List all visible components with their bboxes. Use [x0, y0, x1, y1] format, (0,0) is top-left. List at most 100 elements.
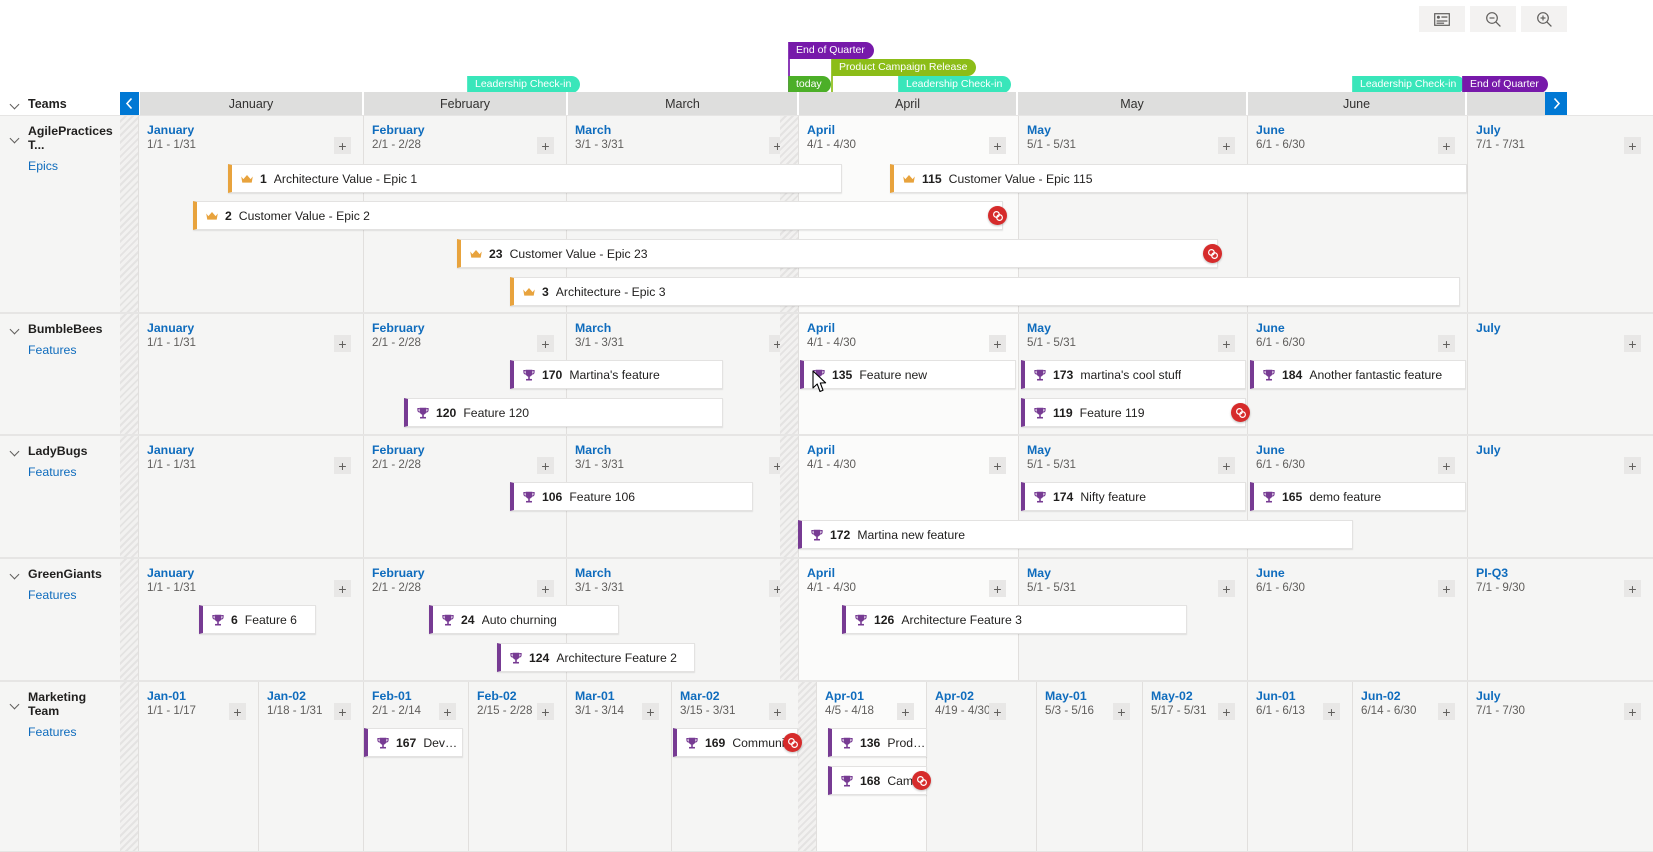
backlog-level-link[interactable]: Features: [28, 588, 120, 602]
iteration-name[interactable]: Jan-02: [267, 689, 363, 703]
add-item-button[interactable]: +: [989, 335, 1006, 352]
chevron-down-icon[interactable]: [10, 324, 20, 334]
zoom-out-icon[interactable]: [1470, 6, 1516, 32]
iteration-name[interactable]: April: [807, 123, 1018, 137]
add-item-button[interactable]: +: [1218, 335, 1235, 352]
add-item-button[interactable]: +: [1218, 137, 1235, 154]
add-item-button[interactable]: +: [769, 703, 786, 720]
work-item-card[interactable]: 136 Produc...: [828, 728, 927, 757]
iteration-name[interactable]: May: [1027, 123, 1247, 137]
team-name-row[interactable]: BumbleBees: [10, 322, 120, 336]
iteration-name[interactable]: Jan-01: [147, 689, 258, 703]
add-item-button[interactable]: +: [1438, 457, 1455, 474]
teams-header[interactable]: Teams: [0, 92, 120, 115]
iteration-name[interactable]: January: [147, 321, 363, 335]
work-item-card[interactable]: 167 Develo...: [364, 728, 463, 757]
iteration-name[interactable]: Mar-02: [680, 689, 798, 703]
scroll-left-button[interactable]: [120, 92, 139, 115]
team-name-row[interactable]: Marketing Team: [10, 690, 120, 718]
dependency-badge[interactable]: [988, 206, 1007, 225]
add-item-button[interactable]: +: [1624, 580, 1641, 597]
iteration-name[interactable]: PI-Q3: [1476, 566, 1653, 580]
work-item-card[interactable]: 165 demo feature: [1250, 482, 1466, 511]
add-item-button[interactable]: +: [897, 703, 914, 720]
iteration-name[interactable]: February: [372, 443, 566, 457]
work-item-card[interactable]: 1 Architecture Value - Epic 1: [228, 164, 842, 193]
zoom-in-icon[interactable]: [1521, 6, 1567, 32]
iteration-name[interactable]: May-01: [1045, 689, 1142, 703]
work-item-card[interactable]: 173 martina's cool stuff: [1021, 360, 1246, 389]
add-item-button[interactable]: +: [1624, 703, 1641, 720]
add-item-button[interactable]: +: [1624, 137, 1641, 154]
chevron-down-icon[interactable]: [10, 569, 20, 579]
milestone-flag[interactable]: Leadership Check-in: [1353, 76, 1466, 93]
backlog-level-link[interactable]: Epics: [28, 159, 120, 173]
work-item-card[interactable]: 3 Architecture - Epic 3: [510, 277, 1460, 306]
add-item-button[interactable]: +: [1218, 457, 1235, 474]
add-item-button[interactable]: +: [1624, 335, 1641, 352]
work-item-card[interactable]: 126 Architecture Feature 3: [842, 605, 1187, 634]
iteration-name[interactable]: Feb-01: [372, 689, 468, 703]
iteration-name[interactable]: July: [1476, 321, 1653, 335]
iteration-name[interactable]: May-02: [1151, 689, 1247, 703]
add-item-button[interactable]: +: [1438, 703, 1455, 720]
work-item-card[interactable]: 2 Customer Value - Epic 2: [193, 201, 1003, 230]
iteration-name[interactable]: July: [1476, 443, 1653, 457]
iteration-name[interactable]: June: [1256, 321, 1467, 335]
milestone-flag[interactable]: Product Campaign Release: [832, 59, 977, 76]
chevron-down-icon[interactable]: [10, 99, 20, 109]
add-item-button[interactable]: +: [537, 703, 554, 720]
iteration-name[interactable]: January: [147, 566, 363, 580]
add-item-button[interactable]: +: [229, 703, 246, 720]
milestone-flag[interactable]: End of Quarter: [1463, 76, 1548, 93]
backlog-level-link[interactable]: Features: [28, 465, 120, 479]
backlog-level-link[interactable]: Features: [28, 725, 120, 739]
work-item-card[interactable]: 174 Nifty feature: [1021, 482, 1246, 511]
work-item-card[interactable]: 124 Architecture Feature 2: [497, 643, 695, 672]
iteration-name[interactable]: June: [1256, 443, 1467, 457]
work-item-card[interactable]: 120 Feature 120: [404, 398, 723, 427]
iteration-name[interactable]: April: [807, 443, 1018, 457]
iteration-name[interactable]: Apr-01: [825, 689, 926, 703]
iteration-name[interactable]: March: [575, 321, 798, 335]
team-name-row[interactable]: LadyBugs: [10, 444, 120, 458]
iteration-name[interactable]: June: [1256, 123, 1467, 137]
work-item-card[interactable]: 135 Feature new: [800, 360, 1016, 389]
add-item-button[interactable]: +: [334, 457, 351, 474]
milestone-flag[interactable]: Leadership Check-in: [468, 76, 581, 93]
dependency-badge[interactable]: [912, 771, 931, 790]
iteration-name[interactable]: June: [1256, 566, 1467, 580]
chevron-down-icon[interactable]: [10, 446, 20, 456]
add-item-button[interactable]: +: [1438, 137, 1455, 154]
chevron-down-icon[interactable]: [10, 699, 20, 709]
scroll-right-button[interactable]: [1545, 92, 1567, 115]
card-settings-icon[interactable]: [1419, 6, 1465, 32]
add-item-button[interactable]: +: [1323, 703, 1340, 720]
milestone-flag[interactable]: Leadership Check-in: [899, 76, 1012, 93]
add-item-button[interactable]: +: [1438, 580, 1455, 597]
add-item-button[interactable]: +: [989, 137, 1006, 154]
iteration-name[interactable]: April: [807, 321, 1018, 335]
dependency-badge[interactable]: [1231, 403, 1250, 422]
iteration-name[interactable]: March: [575, 443, 798, 457]
add-item-button[interactable]: +: [642, 703, 659, 720]
iteration-name[interactable]: March: [575, 123, 798, 137]
iteration-name[interactable]: March: [575, 566, 798, 580]
iteration-name[interactable]: Feb-02: [477, 689, 566, 703]
add-item-button[interactable]: +: [334, 703, 351, 720]
backlog-level-link[interactable]: Features: [28, 343, 120, 357]
work-item-card[interactable]: 23 Customer Value - Epic 23: [457, 239, 1218, 268]
add-item-button[interactable]: +: [1218, 580, 1235, 597]
add-item-button[interactable]: +: [537, 335, 554, 352]
add-item-button[interactable]: +: [989, 457, 1006, 474]
iteration-name[interactable]: Apr-02: [935, 689, 1018, 703]
iteration-name[interactable]: May: [1027, 443, 1247, 457]
iteration-name[interactable]: January: [147, 123, 363, 137]
iteration-name[interactable]: Mar-01: [575, 689, 671, 703]
iteration-name[interactable]: July: [1476, 689, 1653, 703]
dependency-badge[interactable]: [783, 733, 802, 752]
iteration-name[interactable]: Jun-01: [1256, 689, 1352, 703]
iteration-name[interactable]: April: [807, 566, 1018, 580]
iteration-name[interactable]: February: [372, 566, 566, 580]
iteration-name[interactable]: Jun-02: [1361, 689, 1467, 703]
